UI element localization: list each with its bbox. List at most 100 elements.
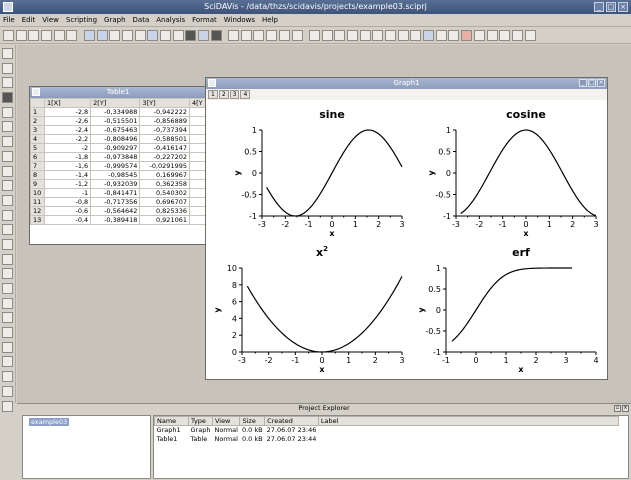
window-list[interactable]: Name Type View Size Created Label Graph1… bbox=[153, 415, 629, 479]
cell-empty[interactable] bbox=[188, 116, 206, 126]
close-icon[interactable]: × bbox=[618, 2, 628, 12]
table-window[interactable]: Table1 1[X] 2[Y] 3[Y] 4[Y 1 -2,8 -0,334988… bbox=[29, 86, 207, 245]
plot-stacked-icon[interactable] bbox=[2, 194, 13, 206]
column-name[interactable]: Name bbox=[154, 416, 189, 426]
folder-tree[interactable]: example03 bbox=[22, 415, 151, 479]
cell-y2[interactable]: -0,909297 bbox=[90, 143, 141, 153]
column-header[interactable]: 4[Y bbox=[188, 98, 206, 108]
data-reader-icon[interactable] bbox=[461, 30, 473, 41]
column-created[interactable]: Created bbox=[264, 416, 319, 426]
new-function-icon[interactable] bbox=[66, 30, 78, 41]
column-type[interactable]: Type bbox=[188, 416, 213, 426]
cell-y2[interactable]: -0,932039 bbox=[90, 179, 141, 189]
new-matrix-icon[interactable] bbox=[28, 30, 40, 41]
series-line[interactable] bbox=[266, 129, 403, 217]
column-view[interactable]: View bbox=[211, 416, 241, 426]
layer-tab-4[interactable]: 4 bbox=[240, 90, 251, 99]
plot-bar-icon[interactable] bbox=[2, 106, 13, 118]
data-tools-icon[interactable] bbox=[511, 30, 523, 41]
cell-y2[interactable]: -0,717356 bbox=[90, 197, 141, 207]
data-table[interactable]: 1[X] 2[Y] 3[Y] 4[Y 1 -2,8 -0,334988 -0,9422… bbox=[30, 98, 206, 225]
minimize-icon[interactable]: _ bbox=[594, 2, 604, 12]
add-legend-icon[interactable] bbox=[346, 30, 358, 41]
plot-pie-icon[interactable] bbox=[2, 136, 13, 148]
cell-y3[interactable]: 0,696707 bbox=[139, 197, 190, 207]
menu-windows[interactable]: Windows bbox=[224, 16, 255, 24]
table-row[interactable]: 6 -1,8 -0,973848 -0,227202 bbox=[30, 152, 206, 162]
print-icon[interactable] bbox=[159, 30, 171, 41]
cell-y2[interactable]: -0,999574 bbox=[90, 161, 141, 171]
plot-layer[interactable]: -3 -2 -1 0 1 2 31086420xyx2 bbox=[213, 245, 405, 374]
paste-icon[interactable] bbox=[278, 30, 290, 41]
more-tools-icon[interactable] bbox=[524, 30, 536, 41]
cell-empty[interactable] bbox=[188, 179, 206, 189]
layer-tab-1[interactable]: 1 bbox=[208, 90, 218, 99]
new-note-icon[interactable] bbox=[41, 30, 53, 41]
menu-file[interactable]: File bbox=[3, 16, 15, 24]
plot-layer[interactable]: -3 -2 -1 0 1 2 3 1 0.5 0 -0.5 -1 x y sine bbox=[233, 108, 405, 238]
cell-y3[interactable]: 0,921061 bbox=[139, 215, 190, 225]
cell-y3[interactable]: -0,227202 bbox=[139, 152, 190, 162]
cell-y2[interactable]: -0,675463 bbox=[90, 125, 141, 135]
table-row[interactable]: 3 -2,4 -0,675463 -0,737394 bbox=[30, 125, 206, 135]
plot-area-icon[interactable] bbox=[2, 121, 13, 133]
table-row[interactable]: 9 -1,2 -0,932039 0,362358 bbox=[30, 179, 206, 189]
series-line[interactable] bbox=[451, 267, 572, 342]
cell-y2[interactable]: -0,98545 bbox=[90, 170, 141, 180]
table-row[interactable]: 13 -0,4 -0,389418 0,921061 bbox=[30, 215, 206, 225]
cell-x[interactable]: -2 bbox=[43, 143, 92, 153]
menu-view[interactable]: View bbox=[42, 16, 59, 24]
cell-y3[interactable]: -0,737394 bbox=[139, 125, 190, 135]
import-ascii-icon[interactable] bbox=[134, 30, 146, 41]
maximize-icon[interactable]: □ bbox=[606, 2, 616, 12]
plot-vertical-steps-icon[interactable] bbox=[2, 209, 13, 221]
cell-empty[interactable] bbox=[188, 206, 206, 216]
cell-x[interactable]: -1,6 bbox=[43, 161, 92, 171]
results-log-icon[interactable] bbox=[198, 30, 209, 41]
layer-tab-3[interactable]: 3 bbox=[229, 90, 240, 99]
cell-y3[interactable]: 0,362358 bbox=[139, 179, 190, 189]
column-header[interactable]: 1[X] bbox=[43, 98, 92, 108]
menu-analysis[interactable]: Analysis bbox=[156, 16, 185, 24]
add-time-stamp-icon[interactable] bbox=[359, 30, 371, 41]
series-line[interactable] bbox=[246, 276, 403, 353]
add-function-icon[interactable] bbox=[334, 30, 346, 41]
cell-x[interactable]: -2,2 bbox=[43, 134, 92, 144]
add-error-bars-icon[interactable] bbox=[321, 30, 333, 41]
graph-canvas[interactable]: -3 -2 -1 0 1 2 3 1 0.5 0 -0.5 -1 x y sine -3 -2 -1 0 1 2 3 1 0.… bbox=[206, 100, 607, 380]
plot-scatter-icon[interactable] bbox=[2, 62, 13, 74]
layer-tab-2[interactable]: 2 bbox=[218, 90, 229, 99]
new-graph-icon[interactable] bbox=[53, 30, 65, 41]
cell-x[interactable]: -2,6 bbox=[43, 116, 92, 126]
column-label[interactable]: Label bbox=[317, 416, 619, 426]
plot-3d-surface-icon[interactable] bbox=[2, 312, 13, 324]
cell-x[interactable]: -1,4 bbox=[43, 170, 92, 180]
cell-y3[interactable]: -0,416147 bbox=[139, 143, 190, 153]
plot-color-map-icon[interactable] bbox=[2, 371, 13, 383]
add-image-icon[interactable] bbox=[372, 30, 384, 41]
new-table-icon[interactable] bbox=[15, 30, 27, 41]
table-row[interactable]: 10 -1 -0,841471 0,540302 bbox=[30, 188, 206, 198]
open-template-icon[interactable] bbox=[96, 30, 108, 41]
cell-empty[interactable] bbox=[188, 152, 206, 162]
table-row[interactable]: 2 -2,6 -0,515501 -0,856889 bbox=[30, 116, 206, 126]
plot-3d-ribbon-icon[interactable] bbox=[2, 253, 13, 265]
cut-icon[interactable] bbox=[253, 30, 265, 41]
copy-window-icon[interactable] bbox=[185, 30, 197, 41]
cell-y2[interactable]: -0,515501 bbox=[90, 116, 141, 126]
cell-y3[interactable]: 0,540302 bbox=[139, 188, 190, 198]
plot-3d-wireframe-icon[interactable] bbox=[2, 327, 13, 339]
cell-empty[interactable] bbox=[188, 161, 206, 171]
plot-vector-icon[interactable] bbox=[2, 150, 13, 162]
cell-x[interactable]: -1 bbox=[43, 188, 92, 198]
cell-empty[interactable] bbox=[188, 125, 206, 135]
plot-polar-icon[interactable] bbox=[2, 385, 13, 397]
pdf-icon[interactable] bbox=[172, 30, 184, 41]
cell-y3[interactable]: -0,0291995 bbox=[139, 161, 190, 171]
series-line[interactable] bbox=[460, 129, 597, 217]
menu-scripting[interactable]: Scripting bbox=[66, 16, 97, 24]
plot-box-icon[interactable] bbox=[2, 165, 13, 177]
minimize-icon[interactable]: _ bbox=[579, 79, 587, 87]
cell-empty[interactable] bbox=[188, 170, 206, 180]
move-points-icon[interactable] bbox=[486, 30, 498, 41]
